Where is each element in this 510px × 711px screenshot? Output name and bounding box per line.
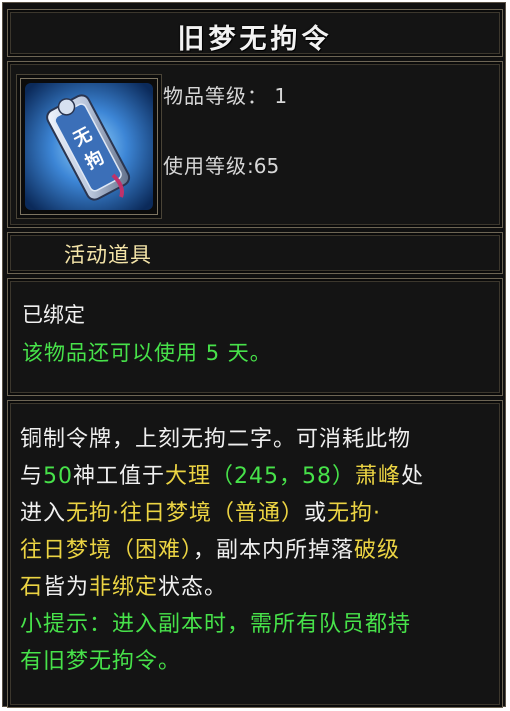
tip-line: 小提示：进入副本时，需所有队员都持: [20, 612, 412, 637]
binding-panel: 已绑定 该物品还可以使用 5 天。: [7, 278, 503, 396]
location-coords: （245，58）: [211, 464, 356, 489]
desc-line: 铜制令牌，上刻无拘二字。可消耗此物: [20, 427, 412, 452]
npc-name: 萧峰: [355, 464, 402, 489]
token-tablet-icon: 无 拘: [25, 83, 153, 210]
description-panel: 铜制令牌，上刻无拘二字。可消耗此物 与50神工值于大理（245，58）萧峰处 进…: [7, 400, 503, 708]
remaining-time: 该物品还可以使用 5 天。: [22, 337, 272, 367]
item-description: 铜制令牌，上刻无拘二字。可消耗此物 与50神工值于大理（245，58）萧峰处 进…: [20, 421, 498, 680]
category-panel: 活动道具: [7, 232, 503, 274]
dungeon-hard: 无拘·: [327, 501, 382, 526]
item-level: 物品等级： 1: [163, 80, 287, 109]
drop-item: 破级: [354, 538, 401, 563]
desc-line: 石皆为非绑定状态。: [20, 575, 228, 600]
desc-line: 进入无拘·往日梦境（普通）或无拘·: [20, 501, 382, 526]
use-level-label: 使用等级: [163, 154, 247, 178]
desc-line: 与50神工值于大理（245，58）萧峰处: [20, 464, 425, 489]
dungeon-normal: 无拘·往日梦境（普通）: [66, 501, 305, 526]
item-tooltip: 旧梦无拘令 无 拘 物品等级： 1 使用等级:65 活动道具 已绑定 该物品还可…: [2, 2, 506, 708]
tip-line: 有旧梦无拘令。: [20, 649, 182, 674]
desc-line: 往日梦境（困难），副本内所掉落破级: [20, 538, 401, 563]
item-level-value: 1: [274, 84, 288, 108]
use-level: 使用等级:65: [163, 150, 279, 179]
use-level-value: :65: [247, 154, 280, 178]
dungeon-hard-cont: 往日梦境（困难）: [20, 538, 194, 563]
remaining-suffix: 天。: [227, 341, 272, 365]
unbound-state: 非绑定: [89, 575, 159, 600]
title-panel: 旧梦无拘令: [7, 9, 503, 57]
item-category: 活动道具: [64, 243, 152, 267]
item-info-panel: 无 拘 物品等级： 1 使用等级:65: [7, 61, 503, 228]
shengong-cost: 50: [43, 464, 74, 489]
item-level-label: 物品等级：: [163, 84, 268, 108]
location-name: 大理: [165, 464, 212, 489]
item-name: 旧梦无拘令: [177, 24, 333, 55]
bound-status: 已绑定: [22, 303, 85, 327]
remaining-prefix: 该物品还可以使用: [22, 341, 198, 365]
item-icon-frame: 无 拘: [20, 78, 158, 215]
remaining-days: 5: [205, 341, 221, 365]
drop-item-cont: 石: [20, 575, 44, 600]
